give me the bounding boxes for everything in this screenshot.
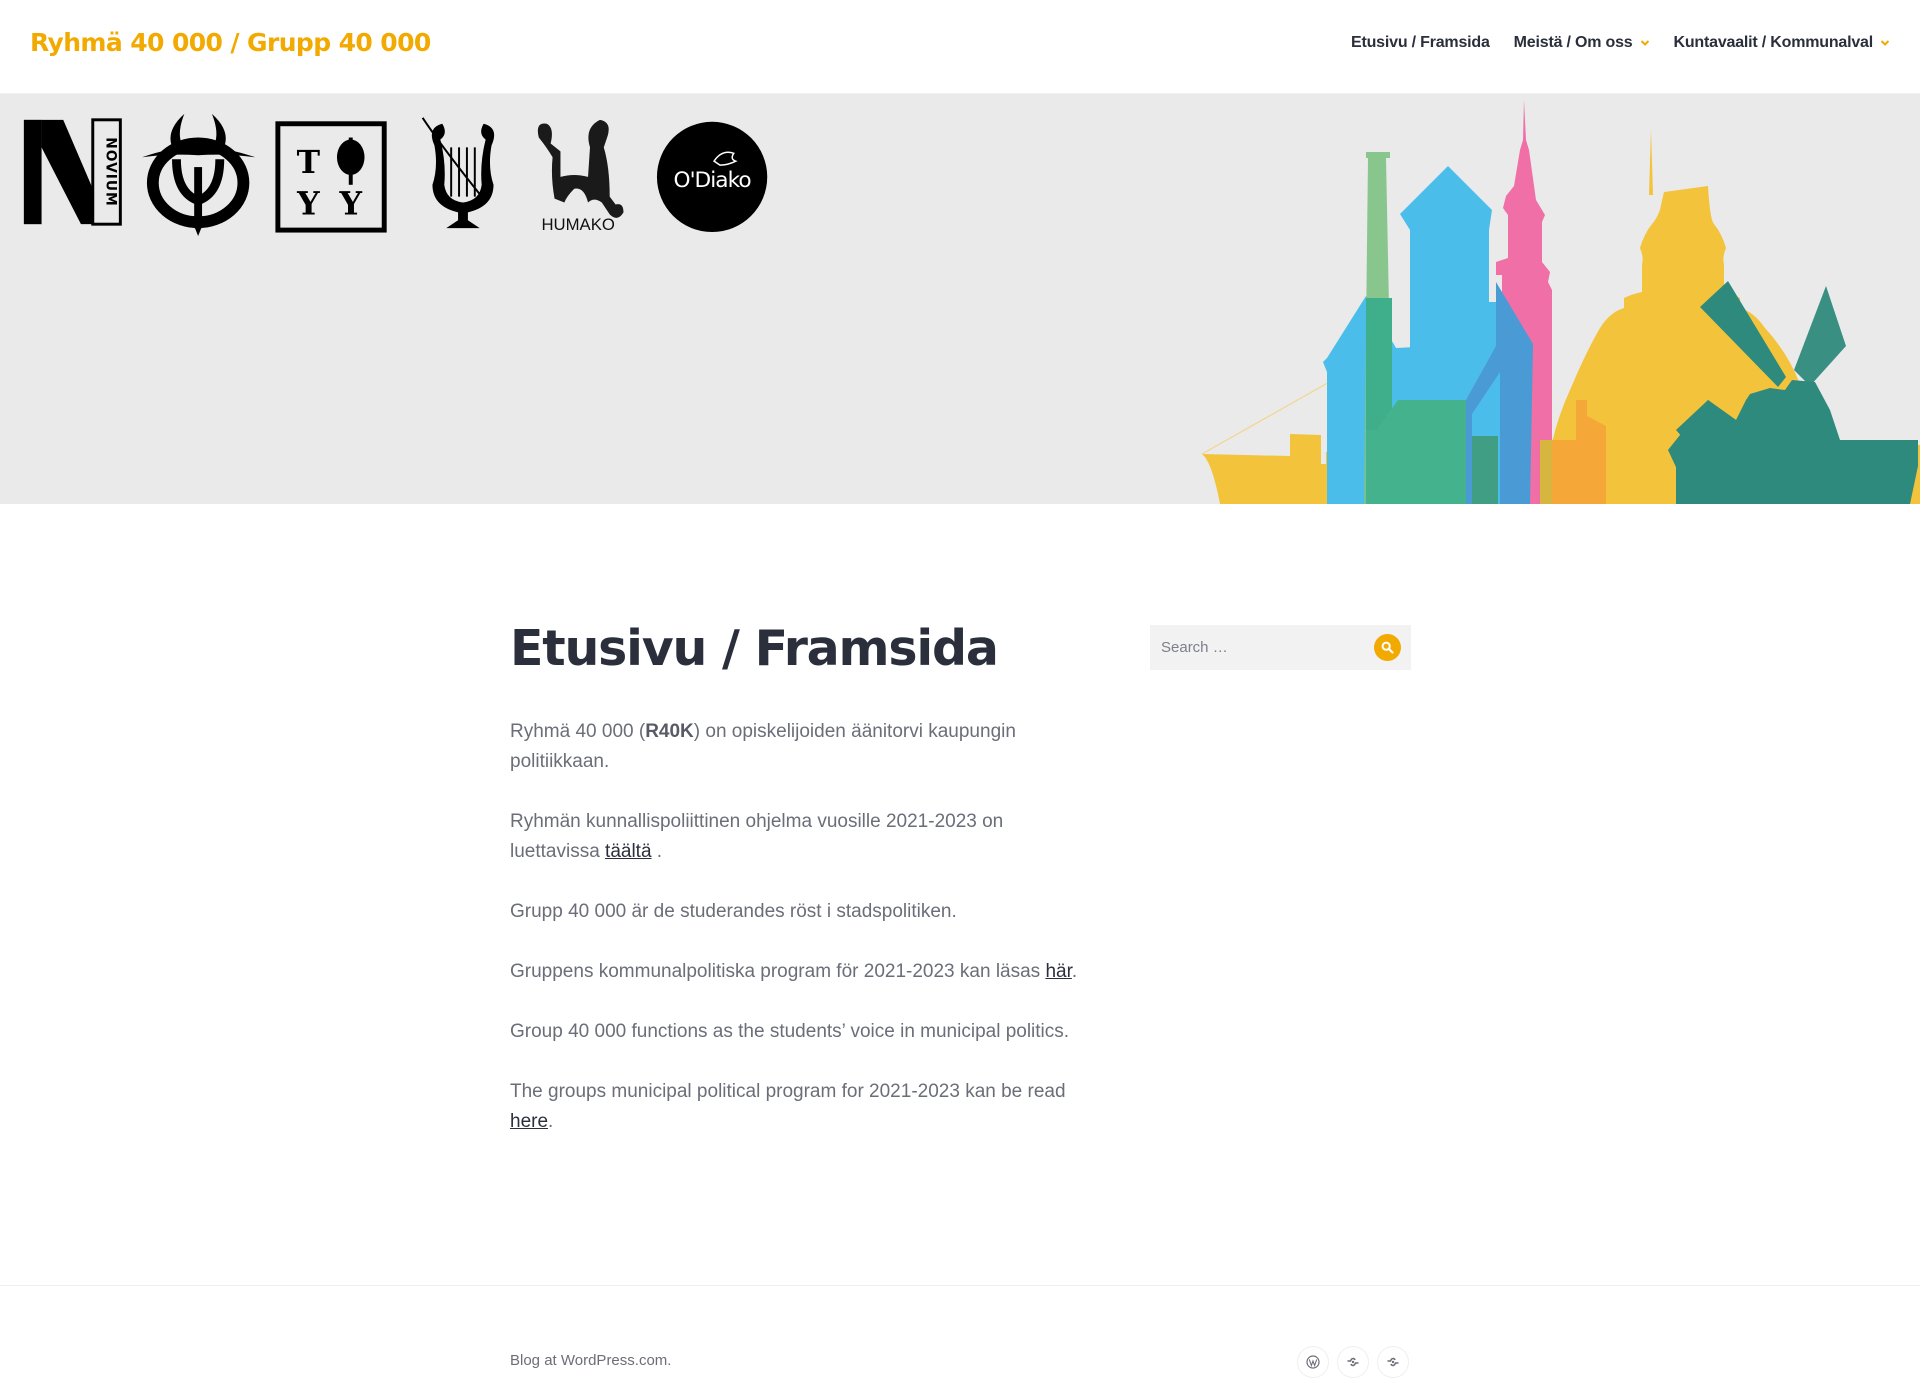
program-link-fi[interactable]: täältä [605,841,651,862]
tyy-letter: Y [338,185,362,222]
novium-text: NOVIUM [103,137,119,206]
lyre-logo [421,117,495,229]
nav-item-label: Kuntavaalit / Kommunalval [1673,34,1874,51]
nav-item-etusivu[interactable]: Etusivu / Framsida [1351,34,1490,52]
bold-abbreviation: R40K [645,720,694,742]
tyy-letter: T [297,144,321,181]
link-icon [1387,1357,1399,1367]
site-header: Ryhmä 40 000 / Grupp 40 000 Etusivu / Fr… [0,0,1920,94]
social-link-wordpress[interactable] [1297,1346,1329,1378]
main-navigation: Etusivu / Framsida Meistä / Om oss Kunta… [1327,34,1890,52]
social-links [1297,1346,1409,1378]
city-skyline-illustration [1201,100,1920,504]
tyy-logo: T Y Y [275,121,387,233]
main-content: Etusivu / Framsida Ryhmä 40 000 (R40K) o… [510,620,1090,1167]
footer-divider [0,1285,1920,1286]
wordpress-icon [1306,1355,1320,1369]
paragraph: Gruppens kommunalpolitiska program för 2… [510,957,1090,987]
social-link[interactable] [1337,1346,1369,1378]
paragraph-text: Ryhmä 40 000 ( [510,720,646,742]
header-image: NOVIUM T Y Y HUMAKO O'Diako [0,94,1920,504]
nav-item-label: Meistä / Om oss [1513,34,1633,51]
program-link-sv[interactable]: här [1045,961,1071,982]
paragraph-text: . [651,840,663,862]
search-form [1150,625,1411,670]
footer-credit-link[interactable]: Blog at WordPress.com. [510,1352,671,1369]
novium-logo: NOVIUM [23,118,122,226]
odiako-logo: O'Diako [656,121,768,233]
search-button[interactable] [1374,634,1401,661]
search-icon [1381,641,1394,654]
humako-text: HUMAKO [541,215,614,234]
paragraph: Group 40 000 functions as the students’ … [510,1020,1070,1042]
student-union-emblem [142,113,256,236]
nav-item-meista[interactable]: Meistä / Om oss [1514,34,1650,52]
tyy-letter: Y [296,185,320,222]
search-input[interactable] [1150,625,1370,670]
page-title: Etusivu / Framsida [510,620,999,677]
nav-item-label: Etusivu / Framsida [1351,34,1490,51]
chevron-down-icon [1640,40,1649,46]
paragraph-text: Gruppens kommunalpolitiska program för 2… [510,960,1046,982]
chevron-down-icon [1880,40,1890,46]
humako-logo: HUMAKO [537,119,624,234]
odiako-text: O'Diako [674,168,752,193]
entry-content: Ryhmä 40 000 (R40K) on opiskelijoiden ää… [510,717,1090,1137]
paragraph-text: . [1071,960,1078,982]
paragraph: The groups municipal political program f… [510,1077,1090,1137]
link-icon [1347,1357,1359,1367]
program-link-en[interactable]: here [510,1111,548,1132]
paragraph: Grupp 40 000 är de studerandes röst i st… [510,900,957,922]
organization-logos: NOVIUM T Y Y HUMAKO O'Diako [23,113,768,236]
paragraph-text: The groups municipal political program f… [510,1080,1066,1102]
social-link[interactable] [1377,1346,1409,1378]
paragraph: Ryhmän kunnallispoliittinen ohjelma vuos… [510,807,1090,867]
paragraph-text: . [548,1110,554,1132]
paragraph: Ryhmä 40 000 (R40K) on opiskelijoiden ää… [510,717,1090,777]
site-title-link[interactable]: Ryhmä 40 000 / Grupp 40 000 [30,28,431,57]
nav-item-kuntavaalit[interactable]: Kuntavaalit / Kommunalval [1674,34,1891,52]
paragraph-text: Ryhmän kunnallispoliittinen ohjelma vuos… [510,810,1004,862]
